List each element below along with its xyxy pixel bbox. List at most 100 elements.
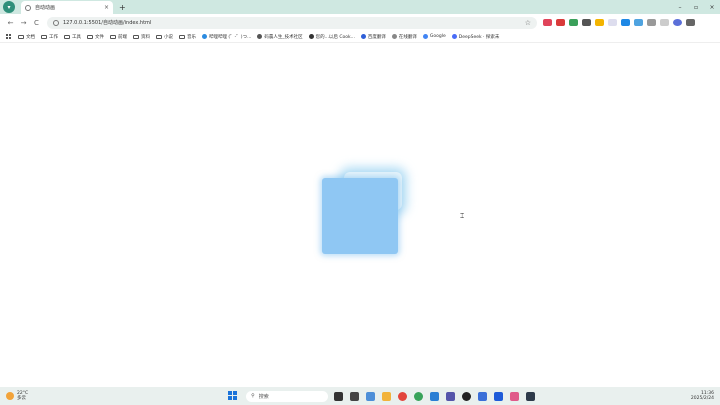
- bookmark-label: 前端: [118, 34, 127, 40]
- close-tab-icon[interactable]: ×: [104, 4, 109, 11]
- app-icon[interactable]: [526, 391, 536, 401]
- tab-title: 自动动画: [35, 5, 56, 11]
- address-bar[interactable]: 127.0.0.1:5501/自动动画/index.html ☆: [47, 16, 537, 29]
- apps-grid-icon[interactable]: [6, 33, 12, 40]
- menu-kebab-icon[interactable]: [686, 19, 695, 26]
- browser-titlebar: ▾ 自动动画 × + – ▫ ×: [0, 0, 720, 14]
- bookmark-label: 小说: [164, 34, 173, 40]
- terminal-app-icon[interactable]: [350, 391, 360, 401]
- extension-icon[interactable]: [608, 19, 617, 26]
- bookmark-label: 在线翻译: [398, 34, 417, 40]
- bookmark-item[interactable]: 小说: [156, 34, 173, 40]
- folder-icon: [110, 34, 116, 39]
- taskbar-clock[interactable]: 11:36 2025/2/24: [691, 391, 714, 401]
- app-icon[interactable]: [510, 391, 520, 401]
- weather-icon: [6, 392, 14, 400]
- bookmark-label: 工作: [49, 34, 58, 40]
- folder-icon: [179, 34, 185, 39]
- restore-button[interactable]: ▫: [688, 4, 704, 11]
- weather-desc: 多云: [17, 396, 26, 401]
- bookmark-item[interactable]: 前端: [110, 34, 127, 40]
- folder-icon: [87, 34, 93, 39]
- bookmark-item[interactable]: 您的...以后 Cook...: [308, 34, 355, 40]
- text-cursor-icon: ⌶: [460, 212, 465, 220]
- page-content: ⌶: [0, 44, 720, 387]
- folder-icon: [156, 34, 162, 39]
- bookmarks-bar: 文档 工作 工具 文件 前端 资料 小说 音乐 哔哩哔哩 (゜-゜)つ... 码農人生_技术社区 您…: [0, 31, 720, 43]
- tab-search-icon[interactable]: ▾: [3, 1, 15, 13]
- bookmark-star-icon[interactable]: ☆: [525, 19, 531, 27]
- minimize-button[interactable]: –: [672, 4, 688, 11]
- new-tab-button[interactable]: +: [119, 3, 126, 12]
- bookmark-label: 文件: [95, 34, 104, 40]
- window-controls: – ▫ ×: [672, 4, 720, 11]
- windows-taskbar: 22°C 多云 ⚲ 搜索 11:36 2025/2/24: [0, 387, 720, 405]
- browser-tab-active[interactable]: 自动动画 ×: [21, 1, 113, 14]
- close-window-button[interactable]: ×: [704, 4, 720, 11]
- task-view-icon[interactable]: [334, 391, 344, 401]
- extensions-puzzle-icon[interactable]: [647, 19, 656, 26]
- bookmark-item[interactable]: 码農人生_技术社区: [257, 34, 303, 40]
- vscode-icon[interactable]: [430, 391, 440, 401]
- extension-icon[interactable]: [634, 19, 643, 26]
- app-icon[interactable]: [366, 391, 376, 401]
- folder-icon: [133, 34, 139, 39]
- site-favicon-icon: [257, 34, 263, 39]
- address-url[interactable]: 127.0.0.1:5501/自动动画/index.html: [63, 19, 525, 26]
- extension-icon[interactable]: [569, 19, 578, 26]
- forward-button[interactable]: →: [17, 19, 30, 27]
- site-favicon-icon: [308, 34, 314, 39]
- folder-icon: [18, 34, 24, 39]
- search-icon: ⚲: [251, 393, 255, 399]
- sidebar-icon[interactable]: [660, 19, 669, 26]
- bookmark-label: Google: [429, 34, 446, 39]
- bookmark-label: 百度翻译: [367, 34, 386, 40]
- extension-icon[interactable]: [595, 19, 604, 26]
- bookmark-label: 资料: [141, 34, 150, 40]
- animated-blue-box: [322, 178, 398, 254]
- bookmark-item[interactable]: 在线翻译: [391, 34, 417, 40]
- weather-widget[interactable]: 22°C 多云: [6, 391, 28, 401]
- site-favicon-icon: [451, 34, 457, 39]
- bookmark-item[interactable]: DeepSeek · 探索未: [451, 34, 500, 40]
- bookmark-item[interactable]: 工作: [41, 34, 58, 40]
- start-icon[interactable]: [228, 391, 238, 401]
- bookmark-label: 哔哩哔哩 (゜-゜)つ...: [209, 34, 252, 40]
- extension-icon[interactable]: [543, 19, 552, 26]
- edge-icon[interactable]: [414, 391, 424, 401]
- app-icon[interactable]: [446, 391, 456, 401]
- chrome-icon[interactable]: [398, 391, 408, 401]
- site-favicon-icon: [422, 34, 428, 39]
- extension-icon[interactable]: [556, 19, 565, 26]
- bookmark-label: 您的...以后 Cook...: [315, 34, 355, 40]
- file-explorer-icon[interactable]: [382, 391, 392, 401]
- folder-icon: [41, 34, 47, 39]
- bookmark-label: 码農人生_技术社区: [264, 34, 303, 40]
- globe-icon: [25, 4, 31, 11]
- bookmark-item[interactable]: 资料: [133, 34, 150, 40]
- reload-button[interactable]: C: [30, 19, 43, 27]
- browser-toolbar: ← → C 127.0.0.1:5501/自动动画/index.html ☆: [0, 14, 720, 31]
- app-icon[interactable]: [478, 391, 488, 401]
- qq-icon[interactable]: [462, 391, 472, 401]
- folder-icon: [64, 34, 70, 39]
- bookmark-label: 文档: [26, 34, 35, 40]
- taskbar-search-placeholder: 搜索: [258, 393, 269, 400]
- taskbar-search[interactable]: ⚲ 搜索: [246, 390, 329, 402]
- site-favicon-icon: [202, 34, 207, 39]
- app-icon[interactable]: [494, 391, 504, 401]
- bookmark-item[interactable]: Google: [422, 34, 446, 39]
- bookmark-label: DeepSeek · 探索未: [458, 34, 500, 40]
- bookmark-item[interactable]: 音乐: [179, 34, 196, 40]
- extension-icon[interactable]: [621, 19, 630, 26]
- bookmark-item[interactable]: 文件: [87, 34, 104, 40]
- bookmark-item[interactable]: 文档: [18, 34, 35, 40]
- bookmark-item[interactable]: 工具: [64, 34, 81, 40]
- bookmark-item[interactable]: 哔哩哔哩 (゜-゜)つ...: [202, 34, 251, 40]
- bookmark-item[interactable]: 百度翻译: [360, 34, 386, 40]
- extension-icon[interactable]: [582, 19, 591, 26]
- back-button[interactable]: ←: [4, 19, 17, 27]
- profile-avatar-icon[interactable]: [673, 19, 682, 26]
- site-favicon-icon: [360, 34, 366, 39]
- site-info-icon[interactable]: [53, 19, 59, 26]
